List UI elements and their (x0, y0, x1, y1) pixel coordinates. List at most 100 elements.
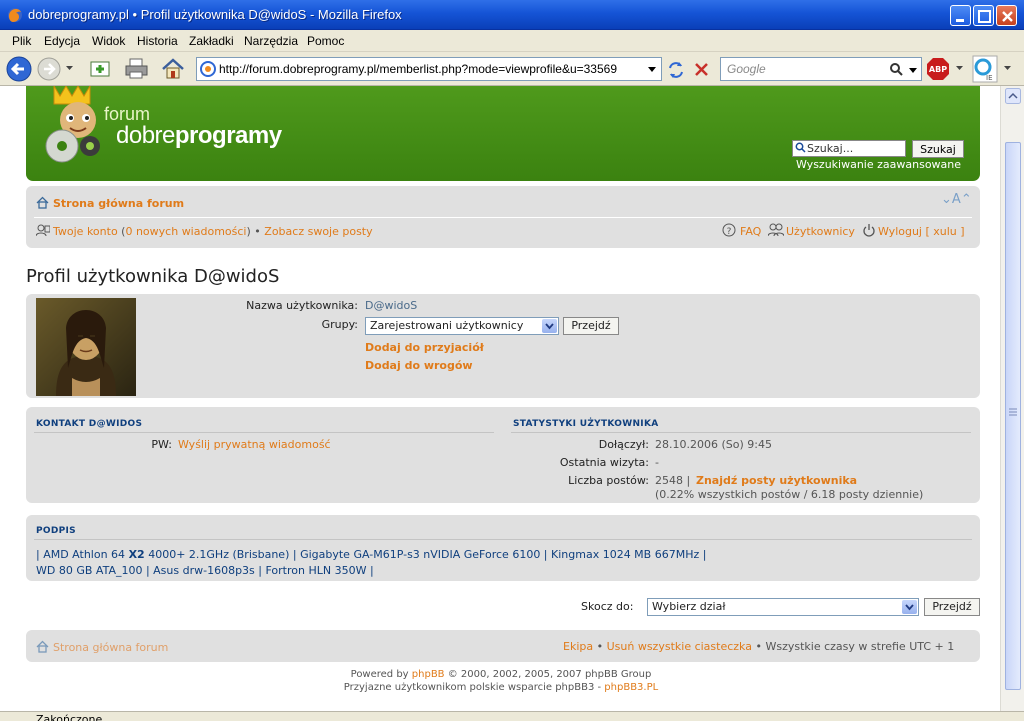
minimize-button[interactable] (950, 5, 971, 26)
home-icon (36, 196, 49, 209)
magnifier-icon[interactable] (889, 62, 903, 76)
menu-narzedzia[interactable]: Narzędzia (244, 34, 298, 48)
history-dropdown-icon[interactable] (66, 65, 74, 73)
faq-icon: ? (722, 223, 736, 237)
new-msgs-link[interactable]: nowych wiadomości (132, 225, 247, 238)
vertical-scrollbar[interactable] (1000, 86, 1024, 711)
logout-link[interactable]: Wyloguj [ xulu ] (878, 225, 965, 238)
stats-heading: STATYSTYKI UŻYTKOWNIKA (513, 419, 659, 429)
groups-label: Grupy: (321, 318, 358, 331)
account-line: Twoje konto (0 nowych wiadomości) • Zoba… (53, 225, 373, 238)
support-line: Przyjazne użytkownikom polskie wsparcie … (0, 681, 1000, 694)
ie-tab-dropdown-icon[interactable] (1004, 65, 1012, 73)
footer-panel: Strona główna forum Ekipa • Usuń wszystk… (26, 630, 980, 662)
phpbb-link[interactable]: phpBB (412, 669, 445, 680)
font-size-label: A (951, 192, 961, 207)
profile-panel: Nazwa użytkownika: D@widoS Grupy: Zareje… (26, 294, 980, 398)
ie-tab-icon[interactable]: IE (972, 55, 998, 83)
search-icon (795, 142, 806, 153)
back-icon[interactable] (5, 55, 33, 83)
post-stats-detail: (0.22% wszystkich postów / 6.18 posty dz… (655, 488, 924, 501)
add-foe-link[interactable]: Dodaj do wrogów (365, 359, 473, 372)
close-button[interactable] (996, 5, 1017, 26)
logo-name-part-b: programy (174, 122, 282, 149)
stop-icon[interactable] (692, 60, 712, 80)
search-engine-dropdown-icon[interactable] (909, 67, 918, 75)
advanced-search-link[interactable]: Wyszukiwanie zaawansowane (796, 158, 961, 171)
new-tab-icon[interactable] (88, 57, 114, 81)
menu-edycja[interactable]: Edycja (44, 34, 80, 48)
firefox-icon (8, 8, 22, 22)
support-text: Przyjazne użytkownikom polskie wsparcie … (343, 682, 605, 693)
menu-pomoc[interactable]: Pomoc (307, 34, 344, 48)
logo-name[interactable]: dobreprogramy (116, 122, 282, 150)
logo-mascot-icon[interactable] (40, 86, 110, 166)
minimize-icon (956, 19, 964, 22)
joined-label: Dołączył: (598, 438, 649, 451)
menu-zakladki[interactable]: Zakładki (189, 34, 234, 48)
find-posts-link[interactable]: Znajdź posty użytkownika (696, 474, 857, 487)
scroll-thumb[interactable] (1005, 142, 1021, 690)
signature-line-1: | AMD Athlon 64 X2 4000+ 2.1GHz (Brisban… (36, 548, 706, 561)
forum-search-input[interactable] (792, 140, 906, 157)
footer-bullet-2: • (755, 640, 762, 653)
groups-go-button[interactable]: Przejdź (563, 317, 619, 335)
team-link[interactable]: Ekipa (563, 640, 593, 653)
home-icon[interactable] (160, 56, 186, 82)
adblock-icon[interactable]: ABP (926, 57, 950, 81)
last-visit-label: Ostatnia wizyta: (559, 456, 649, 469)
svg-text:ABP: ABP (929, 65, 947, 74)
site-favicon-icon (200, 61, 216, 77)
users-link[interactable]: Użytkownicy (786, 225, 855, 238)
chevron-down-icon (545, 323, 554, 330)
copyright-text: © 2000, 2002, 2005, 2007 phpBB Group (444, 669, 652, 680)
groups-select-arrow (542, 319, 557, 333)
logo-name-part-a: dobre (116, 122, 175, 149)
powered-by-line: Powered by phpBB © 2000, 2002, 2005, 200… (0, 668, 1000, 681)
separator-bullet: • (254, 225, 261, 238)
google-search-box[interactable]: Google (720, 57, 922, 81)
close-icon (1002, 11, 1013, 22)
window-titlebar[interactable]: dobreprogramy.pl • Profil użytkownika D@… (0, 0, 1024, 30)
scroll-up-icon[interactable] (1005, 88, 1021, 104)
breadcrumb-home[interactable]: Strona główna forum (53, 197, 184, 210)
adblock-dropdown-icon[interactable] (956, 65, 964, 73)
maximize-button[interactable] (973, 5, 994, 26)
contact-heading: KONTAKT D@WIDOS (36, 419, 143, 429)
account-link[interactable]: Twoje konto (53, 225, 118, 238)
url-dropdown-icon[interactable] (648, 66, 657, 74)
contact-stats-panel: KONTAKT D@WIDOS PW: Wyślij prywatną wiad… (26, 407, 980, 503)
footer-links: Ekipa • Usuń wszystkie ciasteczka • Wszy… (563, 640, 954, 653)
reload-icon[interactable] (666, 60, 686, 80)
chevron-down-icon (905, 604, 914, 611)
faq-link[interactable]: FAQ (740, 225, 761, 238)
add-friend-link[interactable]: Dodaj do przyjaciół (365, 341, 484, 354)
svg-text:IE: IE (986, 74, 993, 82)
maximize-icon (978, 10, 991, 23)
print-icon[interactable] (124, 57, 150, 81)
url-text: http://forum.dobreprogramy.pl/memberlist… (219, 62, 617, 76)
powered-by-text: Powered by (350, 669, 412, 680)
send-pm-link[interactable]: Wyślij prywatną wiadomość (178, 438, 331, 451)
copyright: Powered by phpBB © 2000, 2002, 2005, 200… (0, 668, 1000, 694)
scroll-grip-icon (1009, 408, 1017, 416)
navigation-panel: Strona główna forum ⌄A⌃ Twoje konto (0 n… (26, 186, 980, 248)
jump-select[interactable]: Wybierz dział (647, 598, 919, 616)
font-size-icon[interactable]: ⌄A⌃ (941, 192, 972, 207)
forum-search-button[interactable]: Szukaj (912, 140, 964, 158)
menu-plik[interactable]: Plik (12, 34, 31, 48)
signature-heading: PODPIS (36, 526, 76, 536)
last-visit-value: - (655, 456, 659, 469)
username-label: Nazwa użytkownika: (246, 299, 358, 312)
phpbb3pl-link[interactable]: phpBB3.PL (604, 682, 658, 693)
forward-icon[interactable] (36, 56, 62, 82)
delete-cookies-link[interactable]: Usuń wszystkie ciasteczka (607, 640, 752, 653)
groups-select[interactable]: Zarejestrowani użytkownicy (365, 317, 559, 335)
menu-widok[interactable]: Widok (92, 34, 125, 48)
jump-label: Skocz do: (581, 600, 634, 613)
menu-historia[interactable]: Historia (137, 34, 178, 48)
address-bar[interactable]: http://forum.dobreprogramy.pl/memberlist… (196, 57, 662, 81)
jump-go-button[interactable]: Przejdź (924, 598, 980, 616)
footer-home-link[interactable]: Strona główna forum (53, 641, 168, 654)
my-posts-link[interactable]: Zobacz swoje posty (264, 225, 372, 238)
